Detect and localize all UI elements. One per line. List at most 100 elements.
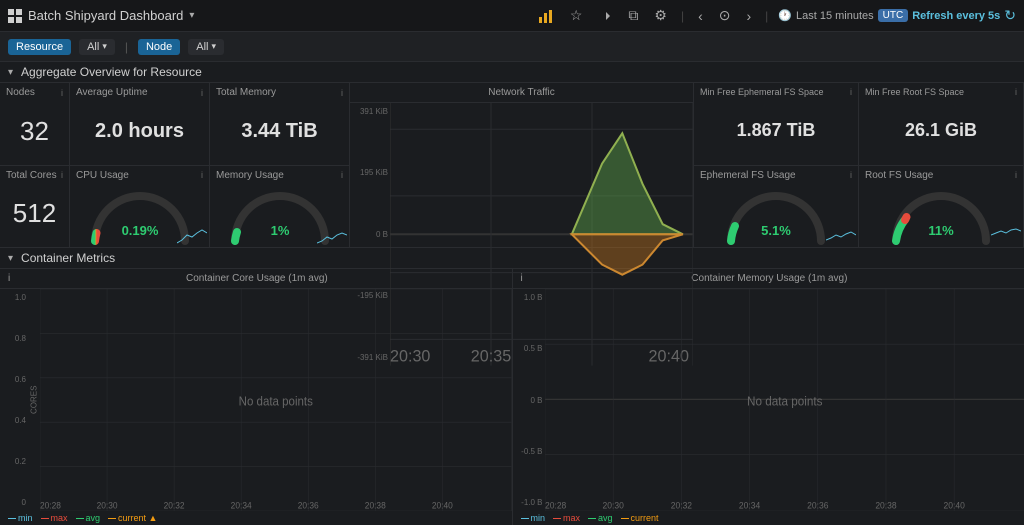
mem-y-4: -0.5 B	[515, 447, 543, 456]
min-free-eph-label: Min Free Ephemeral FS Space i	[694, 83, 858, 97]
cpu-sparkline	[177, 215, 207, 245]
cpu-info-icon[interactable]: i	[201, 170, 203, 180]
y-label-2: 195 KiB	[352, 168, 388, 177]
node-all-filter[interactable]: All ▾	[188, 39, 224, 55]
svg-text:20:40: 20:40	[943, 500, 964, 511]
mem-y-3: 0 B	[515, 396, 543, 405]
eph-fs-info-icon[interactable]: i	[850, 87, 852, 97]
eph-usage-info-icon[interactable]: i	[850, 170, 852, 180]
top-nav: Batch Shipyard Dashboard ▾ ☆ ⧉ ⚙ | ‹ ⊙ ›…	[0, 0, 1024, 32]
refresh-spin-icon[interactable]: ↻	[1004, 7, 1016, 24]
cores-label: Total Cores i	[0, 166, 69, 181]
container-metrics-charts: i Container Core Usage (1m avg) 1.0 0.8 …	[0, 269, 1024, 525]
mem-legend-current: current	[621, 513, 659, 523]
mem-y-1: 1.0 B	[515, 293, 543, 302]
svg-text:20:28: 20:28	[545, 500, 566, 511]
star-icon-btn[interactable]: ☆	[566, 5, 587, 26]
aggregate-overview: Nodes i 32 Total Cores i 512 Average Upt…	[0, 83, 1024, 248]
mem-y-5: -1.0 B	[515, 498, 543, 507]
total-mem-label: Total Memory i	[210, 83, 349, 98]
ephemeral-panel: Min Free Ephemeral FS Space i 1.867 TiB …	[694, 83, 859, 247]
svg-text:11%: 11%	[928, 223, 954, 238]
root-fs-info-icon[interactable]: i	[1015, 87, 1017, 97]
aggregate-caret[interactable]: ▾	[8, 67, 13, 78]
refresh-info: 🕐 Last 15 minutes UTC Refresh every 5s ↻	[778, 7, 1016, 24]
forward-icon-btn[interactable]: ›	[742, 6, 755, 26]
core-y-4: 0.4	[2, 416, 26, 425]
share-icon-btn[interactable]	[594, 7, 616, 25]
chart-icon-btn[interactable]	[534, 6, 558, 26]
svg-text:20:36: 20:36	[298, 500, 319, 511]
root-usage-label: Root FS Usage i	[859, 166, 1023, 181]
eph-gauge-area: 5.1%	[694, 181, 858, 248]
svg-text:No data points: No data points	[239, 394, 313, 409]
min-free-root-value: 26.1 GiB	[859, 97, 1023, 165]
container-metrics-title: Container Metrics	[21, 251, 115, 265]
container-caret[interactable]: ▾	[8, 253, 13, 264]
eph-sparkline	[826, 215, 856, 245]
svg-text:20:36: 20:36	[807, 500, 828, 511]
nodes-info-icon[interactable]: i	[61, 88, 63, 98]
legend-current: current ▲	[108, 513, 157, 523]
eph-gauge-svg: 5.1%	[721, 183, 831, 245]
cpu-gauge-area: 0.19%	[70, 181, 209, 248]
refresh-rate-label[interactable]: Refresh every 5s	[912, 10, 1000, 22]
nodes-value: 32	[0, 98, 69, 165]
min-free-eph-panel: Min Free Ephemeral FS Space i 1.867 TiB	[694, 83, 858, 166]
mem-legend-max: max	[553, 513, 580, 523]
svg-text:20:30: 20:30	[97, 500, 118, 511]
svg-text:No data points: No data points	[746, 394, 822, 409]
eph-usage-label: Ephemeral FS Usage i	[694, 166, 858, 181]
total-mem-info-icon[interactable]: i	[341, 88, 343, 98]
title-caret[interactable]: ▾	[189, 10, 194, 21]
network-header: Network Traffic	[350, 83, 693, 103]
filter-bar: Resource All ▾ | Node All ▾	[0, 32, 1024, 62]
uptime-info-icon[interactable]: i	[201, 88, 203, 98]
utc-badge: UTC	[878, 9, 909, 22]
root-fs-panel: Min Free Root FS Space i 26.1 GiB Root F…	[859, 83, 1024, 247]
mem-sparkline	[317, 215, 347, 245]
uptime-value: 2.0 hours	[70, 98, 209, 165]
clock-icon: 🕐	[778, 9, 792, 22]
grid-icon[interactable]	[8, 9, 22, 23]
aggregate-section-header: ▾ Aggregate Overview for Resource	[0, 62, 1024, 83]
zoom-icon-btn[interactable]: ⊙	[715, 5, 735, 26]
y-label-1: 391 KiB	[352, 107, 388, 116]
back-icon-btn[interactable]: ‹	[694, 6, 707, 26]
core-chart-area: 1.0 0.8 0.6 0.4 0.2 0 CORES	[0, 289, 512, 511]
svg-text:20:34: 20:34	[738, 500, 759, 511]
mem-legend-min: min	[521, 513, 546, 523]
core-y-axis-label: CORES	[28, 289, 40, 511]
root-gauge-svg: 11%	[886, 183, 996, 245]
network-label: Network Traffic	[488, 87, 555, 98]
root-usage-panel: Root FS Usage i 11%	[859, 166, 1023, 248]
copy-icon-btn[interactable]: ⧉	[624, 5, 642, 26]
core-y-axis: 1.0 0.8 0.6 0.4 0.2 0	[0, 289, 28, 511]
nodes-panel: Nodes i 32	[0, 83, 69, 166]
min-free-eph-value: 1.867 TiB	[694, 97, 858, 165]
nav-left: Batch Shipyard Dashboard ▾	[8, 8, 194, 23]
memory-panel: Total Memory i 3.44 TiB Memory Usage i 1…	[210, 83, 350, 247]
mem-chart-legend: min max avg current	[513, 511, 1024, 525]
uptime-label: Average Uptime i	[70, 83, 209, 98]
dashboard-title: Batch Shipyard Dashboard	[28, 8, 183, 23]
svg-text:0.19%: 0.19%	[121, 223, 158, 238]
settings-icon-btn[interactable]: ⚙	[650, 5, 671, 26]
core-chart-svg: No data points 20:28 20:30 20:32 20:34 2…	[40, 289, 512, 511]
legend-min: min	[8, 513, 33, 523]
svg-text:20:32: 20:32	[164, 500, 185, 511]
y-label-3: 0 B	[352, 230, 388, 239]
cpu-usage-panel: CPU Usage i	[70, 166, 209, 248]
node-filter-chip[interactable]: Node	[138, 39, 180, 55]
mem-legend-avg: avg	[588, 513, 613, 523]
svg-text:20:30: 20:30	[602, 500, 623, 511]
resource-all-filter[interactable]: All ▾	[79, 39, 115, 55]
aggregate-title: Aggregate Overview for Resource	[21, 65, 202, 79]
svg-text:20:32: 20:32	[670, 500, 691, 511]
resource-filter-chip[interactable]: Resource	[8, 39, 71, 55]
root-usage-info-icon[interactable]: i	[1015, 170, 1017, 180]
cores-info-icon[interactable]: i	[61, 170, 63, 180]
legend-avg: avg	[76, 513, 101, 523]
mem-usage-info-icon[interactable]: i	[341, 170, 343, 180]
uptime-panel: Average Uptime i 2.0 hours	[70, 83, 209, 166]
